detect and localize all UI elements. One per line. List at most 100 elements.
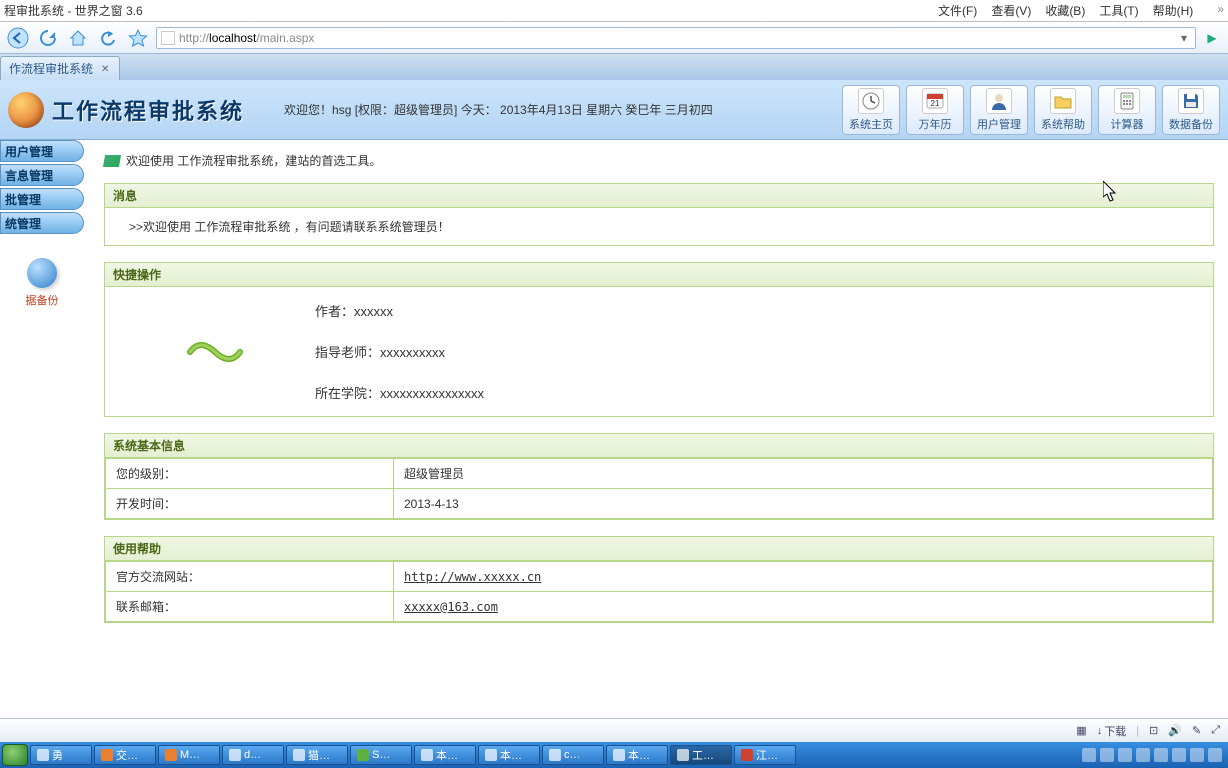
nav-toolbar: http://localhost/main.aspx ▾ ▶ [0, 22, 1228, 54]
taskbar-item[interactable]: 江… [734, 745, 796, 765]
panel-quick-title: 快捷操作 [105, 263, 1213, 287]
status-zoom-icon[interactable]: ⊡ [1149, 724, 1158, 737]
welcome-icon [103, 155, 121, 167]
main-area: 用户管理 言息管理 批管理 统管理 据备份 欢迎使用 工作流程审批系统，建站的首… [0, 140, 1228, 718]
table-row: 官方交流网站：http://www.xxxxx.cn [106, 562, 1213, 592]
menu-help[interactable]: 帮助(H) [1153, 2, 1194, 19]
status-tool-icon[interactable]: ✎ [1192, 724, 1201, 737]
svg-text:21: 21 [931, 99, 940, 108]
btn-calculator[interactable]: 计算器 [1098, 85, 1156, 135]
tray-icon[interactable] [1118, 748, 1132, 762]
menu-bar: 文件(F) 查看(V) 收藏(B) 工具(T) 帮助(H) » [938, 2, 1224, 19]
panel-quick: 快捷操作 作者：xxxxxx 指导老师：xxxxxxxxxx 所在学院：xxxx… [104, 262, 1214, 417]
btn-user-manage[interactable]: 用户管理 [970, 85, 1028, 135]
nav-undo-button[interactable] [96, 26, 120, 50]
tray-icon[interactable] [1208, 748, 1222, 762]
help-table: 官方交流网站：http://www.xxxxx.cn 联系邮箱：xxxxx@16… [105, 561, 1213, 622]
menu-file[interactable]: 文件(F) [938, 2, 977, 19]
browser-tab[interactable]: 作流程审批系统 ✕ [0, 56, 120, 80]
welcome-message: 欢迎使用 工作流程审批系统，建站的首选工具。 [126, 152, 381, 169]
welcome-line: 欢迎使用 工作流程审批系统，建站的首选工具。 [104, 152, 1214, 169]
taskbar-item[interactable]: 勇 [30, 745, 92, 765]
sidebar-item-messages[interactable]: 言息管理 [0, 164, 84, 186]
sidebar-item-system[interactable]: 统管理 [0, 212, 84, 234]
save-icon [1178, 88, 1204, 114]
sidebar: 用户管理 言息管理 批管理 统管理 据备份 [0, 140, 84, 718]
taskbar-item[interactable]: 本… [606, 745, 668, 765]
url-bar[interactable]: http://localhost/main.aspx ▾ [156, 27, 1196, 49]
quick-swirl-icon [175, 301, 255, 402]
sysinfo-table: 您的级别：超级管理员 开发时间：2013-4-13 [105, 458, 1213, 519]
menu-favorites[interactable]: 收藏(B) [1045, 2, 1085, 19]
sidebar-backup[interactable]: 据备份 [0, 258, 84, 308]
tray-icon[interactable] [1190, 748, 1204, 762]
tray-icon[interactable] [1154, 748, 1168, 762]
taskbar-item[interactable]: 本… [478, 745, 540, 765]
taskbar-item[interactable]: 本… [414, 745, 476, 765]
sidebar-item-users[interactable]: 用户管理 [0, 140, 84, 162]
tray-icon[interactable] [1172, 748, 1186, 762]
taskbar-item[interactable]: 工… [670, 745, 732, 765]
backup-icon [27, 258, 57, 288]
btn-calendar[interactable]: 21万年历 [906, 85, 964, 135]
table-row: 联系邮箱：xxxxx@163.com [106, 592, 1213, 622]
nav-favorite-button[interactable] [126, 26, 150, 50]
app-logo-icon [8, 92, 44, 128]
nav-home-button[interactable] [66, 26, 90, 50]
calculator-icon [1114, 88, 1140, 114]
windows-taskbar: 勇 交… M… d… 猫… S… 本… 本… c… 本… 工… 江… [0, 742, 1228, 768]
folder-icon [1050, 88, 1076, 114]
content-area: 欢迎使用 工作流程审批系统，建站的首选工具。 消息 >>欢迎使用 工作流程审批系… [84, 140, 1228, 718]
url-dropdown-icon[interactable]: ▾ [1177, 31, 1191, 45]
browser-statusbar: ▦ ↓ 下载 | ⊡ 🔊 ✎ ⤢ [0, 718, 1228, 742]
window-title: 程审批系统 - 世界之窗 3.6 [4, 2, 143, 19]
tab-close-button[interactable]: ✕ [101, 64, 111, 74]
panel-sysinfo-title: 系统基本信息 [105, 434, 1213, 458]
url-text: http://localhost/main.aspx [179, 31, 314, 45]
menu-tools[interactable]: 工具(T) [1099, 2, 1138, 19]
panel-help-title: 使用帮助 [105, 537, 1213, 561]
app-title: 工作流程审批系统 [52, 94, 244, 126]
table-row: 开发时间：2013-4-13 [106, 489, 1213, 519]
status-sound-icon[interactable]: 🔊 [1168, 724, 1182, 737]
welcome-text: 欢迎您！hsg [权限：超级管理员] 今天： 2013年4月13日 星期六 癸巳… [284, 101, 713, 118]
menu-view[interactable]: 查看(V) [991, 2, 1031, 19]
sidebar-item-approval[interactable]: 批管理 [0, 188, 84, 210]
status-download[interactable]: ↓ 下载 [1097, 723, 1127, 739]
tab-title: 作流程审批系统 [9, 60, 93, 77]
taskbar-item[interactable]: M… [158, 745, 220, 765]
sidebar-backup-label: 据备份 [0, 292, 84, 308]
status-fullscreen-icon[interactable]: ⤢ [1211, 724, 1220, 737]
panel-messages-body: >>欢迎使用 工作流程审批系统 ，有问题请联系系统管理员！ [105, 208, 1213, 245]
nav-back-button[interactable] [6, 26, 30, 50]
panel-messages-title: 消息 [105, 184, 1213, 208]
panel-help: 使用帮助 官方交流网站：http://www.xxxxx.cn 联系邮箱：xxx… [104, 536, 1214, 623]
panel-sysinfo: 系统基本信息 您的级别：超级管理员 开发时间：2013-4-13 [104, 433, 1214, 520]
btn-data-backup[interactable]: 数据备份 [1162, 85, 1220, 135]
taskbar-item[interactable]: S… [350, 745, 412, 765]
page-icon [161, 31, 175, 45]
btn-system-home[interactable]: 系统主页 [842, 85, 900, 135]
window-titlebar: 程审批系统 - 世界之窗 3.6 文件(F) 查看(V) 收藏(B) 工具(T)… [0, 0, 1228, 22]
nav-refresh-button[interactable] [36, 26, 60, 50]
tab-bar: 作流程审批系统 ✕ [0, 54, 1228, 80]
calendar-icon: 21 [922, 88, 948, 114]
taskbar-item[interactable]: 交… [94, 745, 156, 765]
status-popup-icon[interactable]: ▦ [1076, 724, 1086, 737]
menu-overflow-icon[interactable]: » [1217, 2, 1224, 19]
tray-icon[interactable] [1100, 748, 1114, 762]
help-mail-link[interactable]: xxxxx@163.com [404, 600, 498, 614]
table-row: 您的级别：超级管理员 [106, 459, 1213, 489]
taskbar-item[interactable]: 猫… [286, 745, 348, 765]
taskbar-item[interactable]: d… [222, 745, 284, 765]
app-banner: 工作流程审批系统 欢迎您！hsg [权限：超级管理员] 今天： 2013年4月1… [0, 80, 1228, 140]
start-button[interactable] [2, 744, 28, 766]
nav-go-button[interactable]: ▶ [1202, 31, 1222, 45]
help-site-link[interactable]: http://www.xxxxx.cn [404, 570, 541, 584]
tray-icon[interactable] [1082, 748, 1096, 762]
btn-system-help[interactable]: 系统帮助 [1034, 85, 1092, 135]
user-icon [986, 88, 1012, 114]
quick-info: 作者：xxxxxx 指导老师：xxxxxxxxxx 所在学院：xxxxxxxxx… [315, 301, 484, 402]
taskbar-item[interactable]: c… [542, 745, 604, 765]
tray-icon[interactable] [1136, 748, 1150, 762]
